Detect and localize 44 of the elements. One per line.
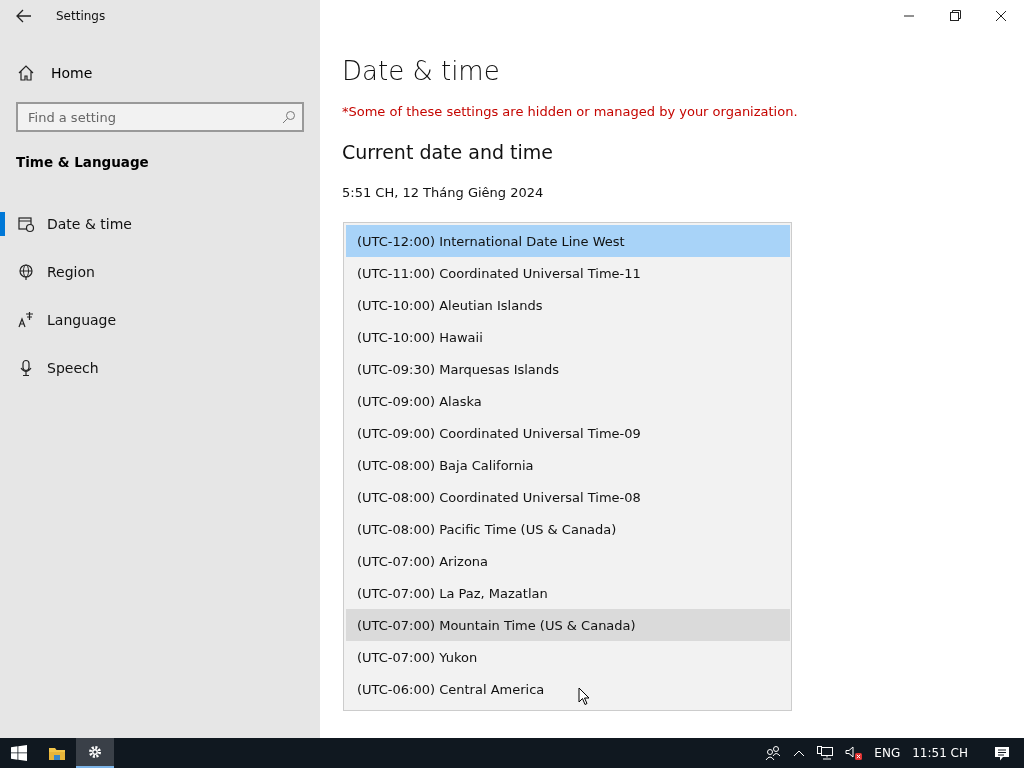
home-icon (17, 64, 35, 82)
search-icon (282, 110, 296, 124)
timezone-option[interactable]: (UTC-07:00) Arizona (346, 545, 790, 577)
timezone-option[interactable]: (UTC-07:00) Yukon (346, 641, 790, 673)
policy-notice: *Some of these settings are hidden or managed by your organization. (342, 104, 799, 119)
language-icon (17, 311, 35, 329)
sidebar-item[interactable]: Date & time (0, 200, 320, 248)
search-field[interactable]: Find a setting (16, 102, 304, 132)
timezone-option[interactable]: (UTC-07:00) Mountain Time (US & Canada) (346, 609, 790, 641)
home-link[interactable]: Home (17, 56, 320, 90)
current-date-time: 5:51 CH, 12 Tháng Giêng 2024 (342, 185, 545, 200)
window-title: Settings (56, 9, 106, 23)
timezone-option[interactable]: (UTC-08:00) Coordinated Universal Time-08 (346, 481, 790, 513)
timezone-option[interactable]: (UTC-10:00) Hawaii (346, 321, 790, 353)
back-arrow-icon[interactable] (16, 9, 32, 23)
calendar-icon (17, 215, 35, 233)
page-title: Date & time (342, 56, 501, 86)
timezone-option[interactable]: (UTC-08:00) Baja California (346, 449, 790, 481)
timezone-option[interactable]: (UTC-11:00) Coordinated Universal Time-11 (346, 257, 790, 289)
timezone-option[interactable]: (UTC-10:00) Aleutian Islands (346, 289, 790, 321)
mouse-pointer-icon (578, 687, 590, 706)
folder-icon[interactable] (48, 745, 66, 761)
network-icon[interactable] (817, 746, 834, 760)
sidebar-item[interactable]: Region (0, 248, 320, 296)
section-heading: Current date and time (342, 141, 554, 163)
timezone-option[interactable]: (UTC-08:00) Pacific Time (US & Canada) (346, 513, 790, 545)
taskbar-clock[interactable]: 11:51 CH (912, 746, 968, 760)
input-language[interactable]: ENG (874, 746, 901, 760)
timezone-option[interactable]: (UTC-09:00) Coordinated Universal Time-09 (346, 417, 790, 449)
globe-icon (17, 263, 35, 281)
timezone-option[interactable]: (UTC-09:00) Alaska (346, 385, 790, 417)
timezone-option[interactable]: (UTC-07:00) La Paz, Mazatlan (346, 577, 790, 609)
chevron-up-icon[interactable] (793, 749, 806, 757)
sidebar-item[interactable]: Speech (0, 344, 320, 392)
section-heading: Time & Language (16, 154, 150, 170)
timezone-option[interactable]: (UTC-12:00) International Date Line West (346, 225, 790, 257)
windows-start-icon[interactable] (11, 745, 27, 761)
timezone-option[interactable]: (UTC-06:00) Central America (346, 673, 790, 705)
muted-speaker-icon[interactable] (845, 746, 863, 760)
settings-taskbar-icon[interactable] (76, 738, 114, 768)
timezone-option[interactable]: (UTC-09:30) Marquesas Islands (346, 353, 790, 385)
sidebar-item[interactable]: Language (0, 296, 320, 344)
people-icon[interactable] (765, 745, 782, 761)
notification-icon[interactable] (994, 745, 1010, 761)
